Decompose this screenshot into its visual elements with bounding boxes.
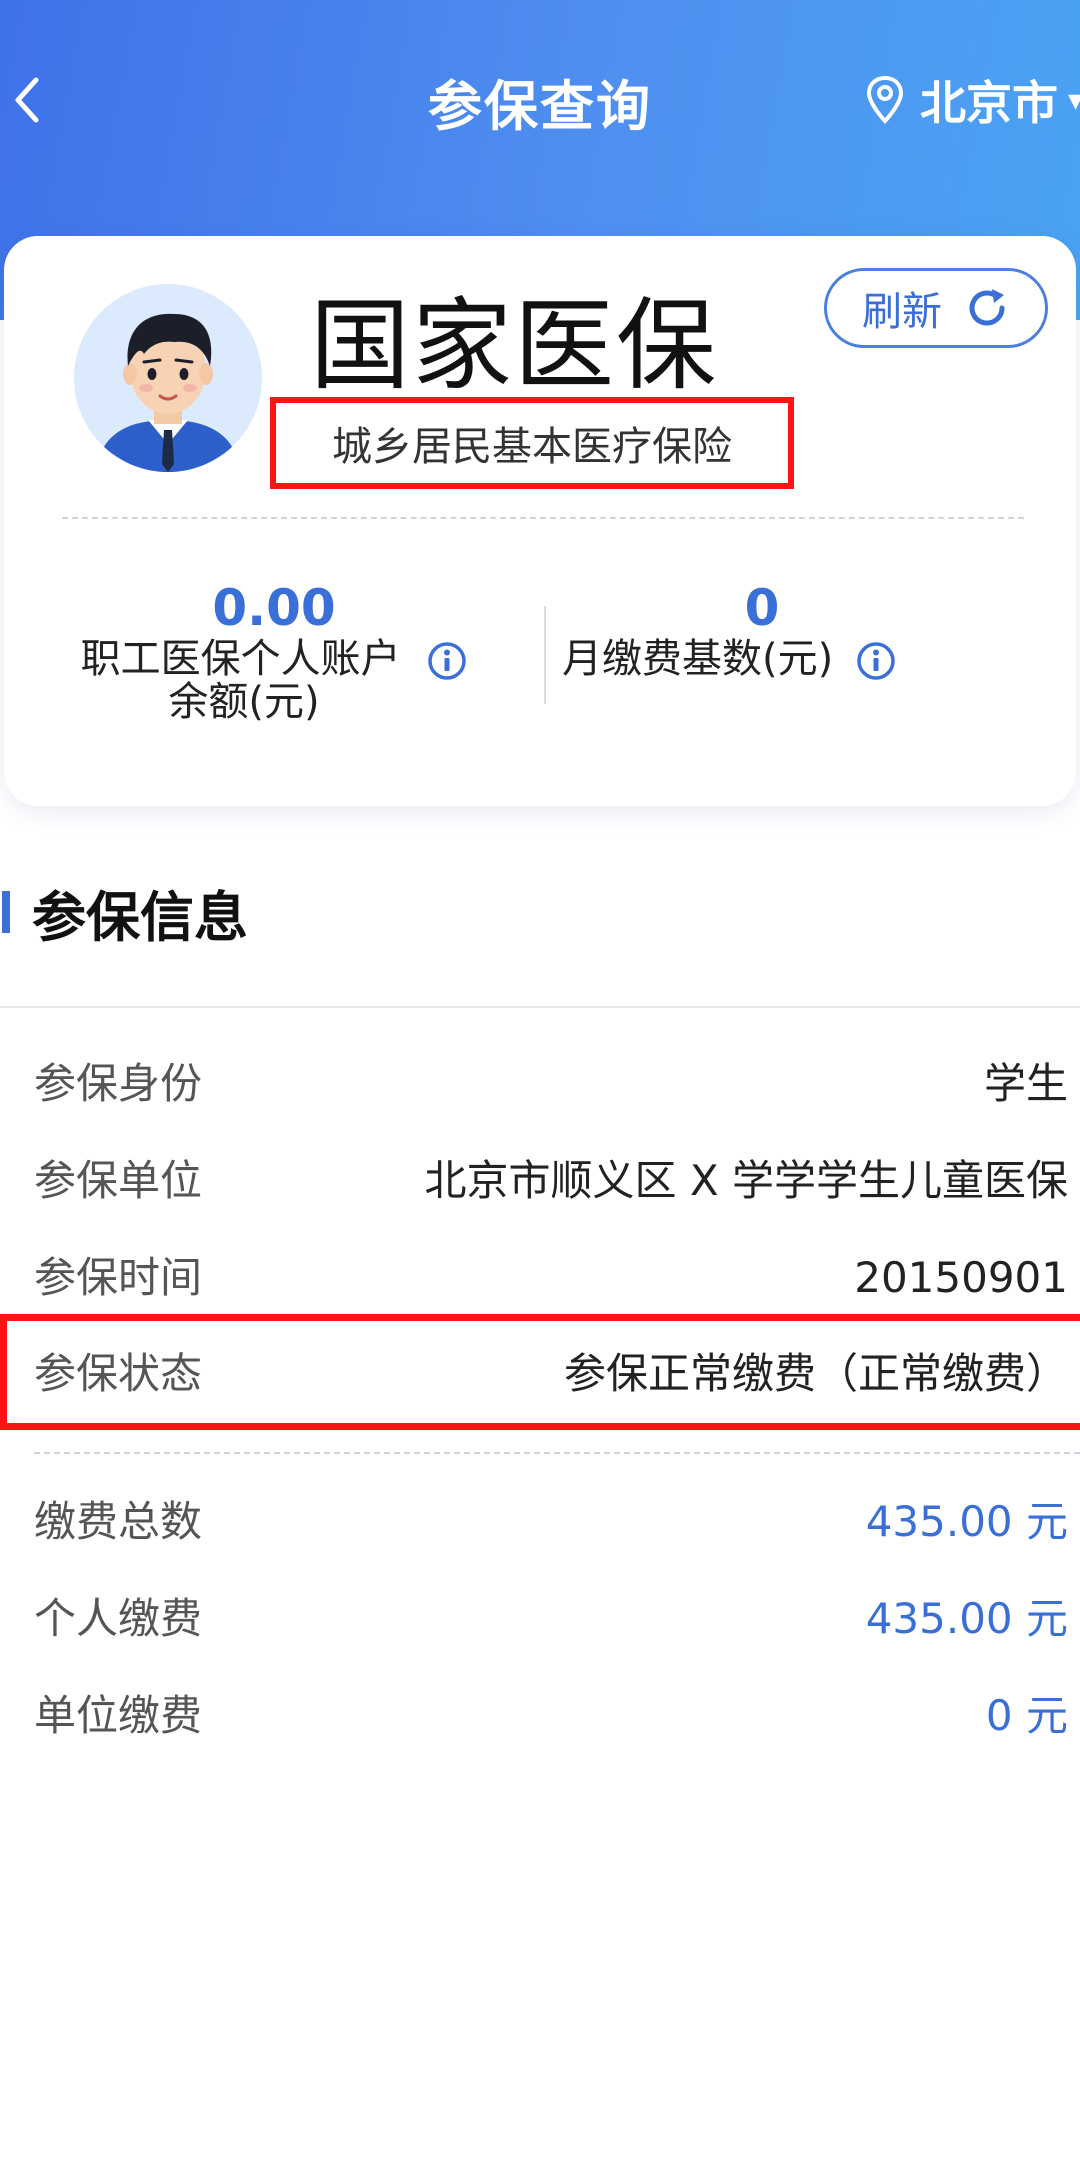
row-label: 参保单位 (34, 1156, 203, 1205)
row-value: 20150901 (854, 1253, 1068, 1302)
brand-title: 国家医保 (310, 287, 718, 404)
stat-value: 0 (744, 579, 780, 637)
row-value: 435.00 元 (865, 1594, 1068, 1643)
insurance-card: 国家医保 城乡居民基本医疗保险 刷新 0.00 职工医保个人账户 余额(元) 0… (4, 236, 1076, 806)
payment-row-total: 缴费总数 435.00 元 (0, 1482, 1080, 1562)
row-value: 0 元 (985, 1691, 1068, 1740)
chevron-down-icon: ▾ (1068, 82, 1080, 118)
location-selector[interactable]: 北京市 ▾ (866, 70, 1080, 130)
user-avatar-icon (76, 286, 260, 472)
section-divider (0, 1006, 1080, 1008)
payment-row-employer: 单位缴费 0 元 (0, 1676, 1080, 1756)
info-icon[interactable] (427, 641, 467, 681)
stat-label: 月缴费基数(元) (560, 638, 1020, 681)
dashed-divider (34, 1452, 1080, 1454)
info-row-unit: 参保单位 北京市顺义区 X 学学学生儿童医保 (0, 1141, 1080, 1221)
row-value: 北京市顺义区 X 学学学生儿童医保 (424, 1156, 1068, 1205)
status-highlight-box (0, 1314, 1080, 1430)
row-label: 参保身份 (34, 1059, 203, 1108)
location-pin-icon (866, 75, 904, 124)
row-label: 个人缴费 (34, 1594, 203, 1643)
stat-value: 0.00 (212, 579, 336, 637)
stat-account-balance: 0.00 职工医保个人账户 余额(元) (54, 578, 494, 723)
stat-label: 职工医保个人账户 余额(元) (54, 638, 494, 723)
row-label: 缴费总数 (34, 1497, 203, 1546)
stat-label-line1: 职工医保个人账户 (80, 636, 401, 682)
row-label: 单位缴费 (34, 1691, 203, 1740)
payment-row-personal: 个人缴费 435.00 元 (0, 1579, 1080, 1659)
row-value: 435.00 元 (865, 1497, 1068, 1546)
avatar (74, 284, 262, 472)
stat-label-line2: 余额(元) (168, 679, 320, 725)
info-row-identity: 参保身份 学生 (0, 1044, 1080, 1124)
refresh-button[interactable]: 刷新 (824, 268, 1048, 348)
section-accent-bar (2, 891, 10, 933)
location-city: 北京市 (920, 76, 1058, 130)
stat-monthly-base: 0 月缴费基数(元) (560, 578, 1020, 681)
section-header: 参保信息 (0, 880, 248, 949)
insurance-type-label: 城乡居民基本医疗保险 (270, 397, 794, 489)
refresh-label: 刷新 (862, 289, 942, 335)
section-title: 参保信息 (32, 885, 248, 949)
stat-label-line1: 月缴费基数(元) (562, 636, 834, 682)
row-value: 学生 (983, 1059, 1068, 1108)
info-icon[interactable] (856, 641, 896, 681)
card-divider (62, 517, 1024, 519)
info-row-date: 参保时间 20150901 (0, 1238, 1080, 1318)
row-label: 参保时间 (34, 1253, 203, 1302)
refresh-icon (969, 289, 1005, 326)
